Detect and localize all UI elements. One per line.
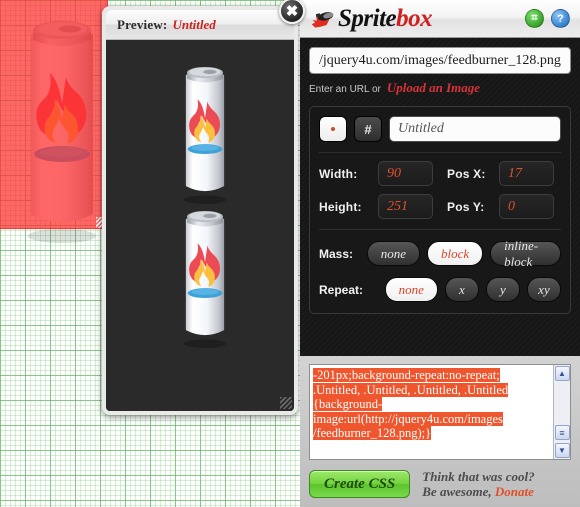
url-hint-label: Enter an URL or	[309, 84, 381, 95]
divider	[319, 152, 561, 153]
selector-name-row: # Untitled	[319, 116, 561, 142]
mass-option-none[interactable]: none	[366, 241, 420, 266]
header-icon-group: ⌗ ?	[525, 9, 570, 28]
mass-row: Mass: none block inline-block	[319, 238, 561, 269]
css-output-textarea[interactable]: -201px;background-repeat:no-repeat; .Unti…	[310, 365, 553, 459]
sprite-form: /jquery4u.com/images/feedburner_128.png …	[300, 38, 580, 356]
donate-link[interactable]: Donate	[495, 484, 534, 499]
app-header: Spritebox ⌗ ?	[300, 0, 580, 38]
height-posy-row: Height: 251 Pos Y: 0	[319, 194, 561, 219]
selector-name-input[interactable]: Untitled	[389, 116, 561, 142]
width-label: Width:	[319, 166, 358, 181]
upload-image-link[interactable]: Upload an Image	[387, 80, 480, 96]
css-line: .Untitled, .Untitled, .Untitled, .Untitl…	[313, 382, 509, 397]
create-css-button[interactable]: Create CSS	[309, 470, 411, 498]
donate-line-1: Think that was cool?	[422, 469, 535, 484]
donate-static: Be awesome,	[422, 484, 492, 499]
css-line: image:url(http://jquery4u.com/images	[313, 411, 503, 426]
height-input[interactable]: 251	[378, 194, 433, 219]
repeat-option-none[interactable]: none	[384, 277, 438, 302]
logo-text: Spritebox	[338, 5, 433, 32]
mass-option-inline-block[interactable]: inline-block	[490, 238, 561, 269]
dot-icon	[331, 127, 335, 131]
preview-canvas[interactable]	[106, 40, 294, 411]
preview-resize-grip[interactable]	[280, 397, 292, 409]
repeat-option-x[interactable]: x	[444, 277, 479, 302]
mass-option-block[interactable]: block	[427, 241, 484, 266]
logo-secondary: box	[396, 5, 433, 32]
spray-can-splat-icon	[311, 11, 334, 28]
css-output-area: -201px;background-repeat:no-repeat; .Unti…	[300, 356, 580, 507]
help-icon[interactable]: ?	[551, 9, 570, 28]
preview-title-name: Untitled	[172, 16, 216, 32]
repeat-option-y[interactable]: y	[485, 277, 520, 302]
selection-rectangle[interactable]	[0, 0, 108, 229]
spritebox-app-window: Preview: Untitled ✖ Spritebox ⌗ ? /jquer…	[0, 0, 580, 507]
url-hint-row: Enter an URL or Upload an Image	[309, 80, 571, 96]
css-scrollbar[interactable]: ▲ ≡ ▼	[553, 365, 570, 459]
preview-titlebar[interactable]: Preview: Untitled	[106, 10, 294, 40]
posx-label: Pos X:	[447, 166, 486, 181]
footer-row: Create CSS Think that was cool? Be aweso…	[309, 469, 571, 499]
css-line: -201px;background-repeat:no-repeat;	[313, 368, 500, 382]
app-logo[interactable]: Spritebox	[310, 5, 433, 32]
donate-line-2: Be awesome, Donate	[422, 484, 534, 499]
repeat-row: Repeat: none x y xy	[319, 277, 561, 302]
spritebox-panel: Spritebox ⌗ ? /jquery4u.com/images/feedb…	[300, 0, 580, 507]
repeat-option-xy[interactable]: xy	[526, 277, 561, 302]
preview-feedburner-can-icon	[184, 210, 226, 349]
css-line: {background-	[313, 397, 383, 411]
css-line: /feedburner_128.png);}	[313, 426, 432, 440]
scrollbar-track[interactable]: ≡	[554, 381, 570, 443]
posy-label: Pos Y:	[447, 199, 485, 214]
preview-feedburner-can-icon	[184, 66, 226, 205]
posy-input[interactable]: 0	[499, 194, 554, 219]
posx-input[interactable]: 17	[499, 161, 554, 186]
width-input[interactable]: 90	[378, 161, 433, 186]
preview-panel[interactable]: Preview: Untitled	[102, 6, 298, 415]
preview-title-label: Preview:	[117, 16, 168, 32]
properties-card: # Untitled Width: 90 Pos X: 17 Height: 2…	[309, 106, 571, 314]
image-url-input[interactable]: /jquery4u.com/images/feedburner_128.png	[309, 47, 571, 74]
scroll-up-icon[interactable]: ▲	[554, 366, 570, 381]
repeat-label: Repeat:	[319, 282, 364, 297]
grid-icon[interactable]: ⌗	[525, 9, 544, 28]
class-selector-button[interactable]	[319, 116, 347, 142]
mass-label: Mass:	[319, 246, 354, 261]
scroll-down-icon[interactable]: ▼	[554, 443, 570, 458]
height-label: Height:	[319, 199, 362, 214]
donate-block: Think that was cool? Be awesome, Donate	[422, 469, 534, 499]
width-posx-row: Width: 90 Pos X: 17	[319, 161, 561, 186]
id-selector-button[interactable]: #	[354, 116, 382, 142]
divider	[319, 229, 561, 230]
logo-primary: Sprite	[338, 5, 397, 32]
scrollbar-thumb[interactable]: ≡	[554, 425, 570, 440]
css-output-box[interactable]: -201px;background-repeat:no-repeat; .Unti…	[309, 364, 571, 460]
